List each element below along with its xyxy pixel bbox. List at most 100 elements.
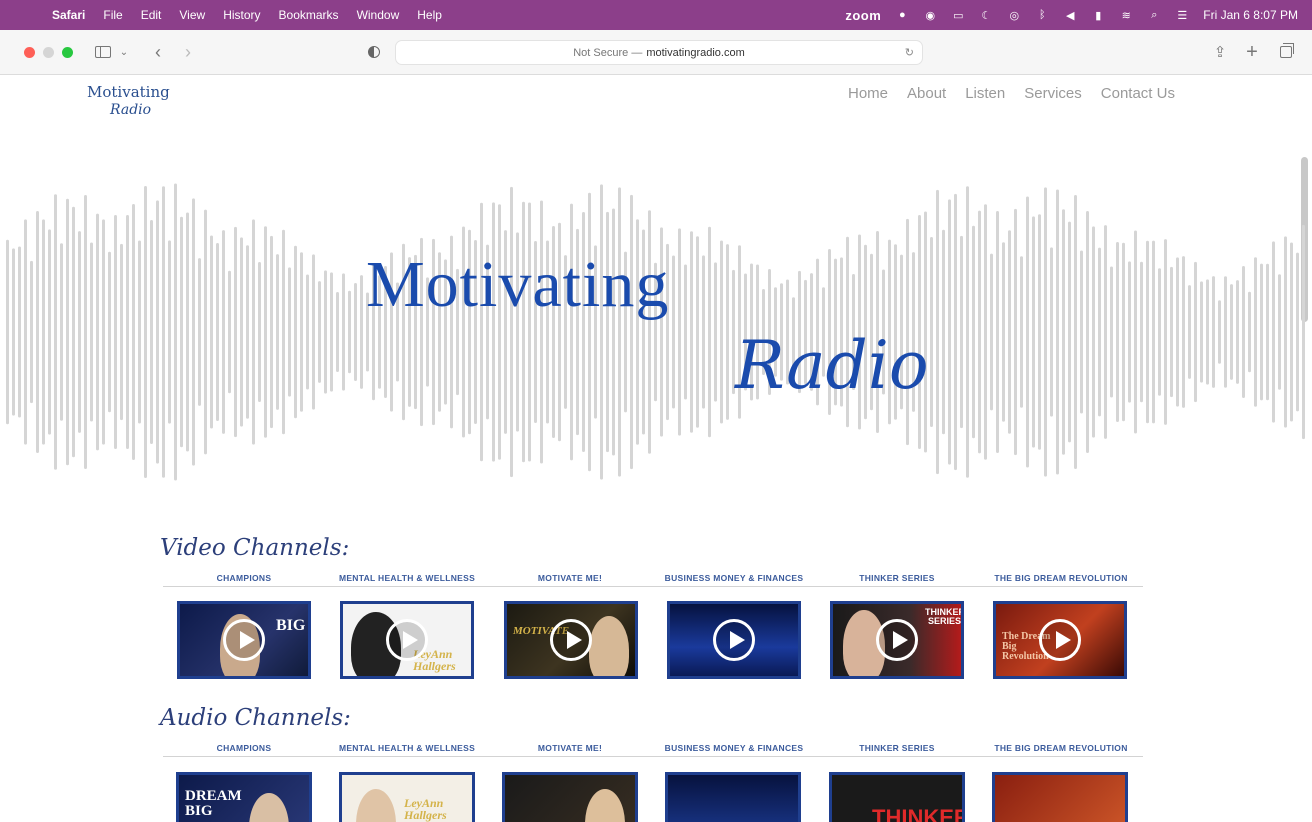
play-icon[interactable]	[1039, 619, 1081, 661]
waveform-bar	[990, 253, 993, 411]
video-thumb-champions[interactable]: BIG	[177, 601, 311, 679]
waveform-bar	[150, 219, 153, 445]
menu-bookmarks[interactable]: Bookmarks	[279, 8, 339, 22]
waveform-bar	[696, 236, 699, 428]
waveform-bar	[330, 272, 333, 392]
waveform-bar	[1188, 285, 1191, 379]
audio-category-champions[interactable]: CHAMPIONS	[217, 743, 272, 753]
audio-thumb-thinker[interactable]: THINKER	[829, 772, 965, 822]
menu-edit[interactable]: Edit	[141, 8, 162, 22]
audio-category-mental-health[interactable]: MENTAL HEALTH & WELLNESS	[339, 743, 475, 753]
menu-file[interactable]: File	[103, 8, 122, 22]
play-icon[interactable]	[223, 619, 265, 661]
waveform-bar	[1200, 281, 1203, 383]
battery-icon[interactable]: ▮	[1091, 9, 1105, 22]
video-thumb-big-dream[interactable]: The Dream Big Revolution	[993, 601, 1127, 679]
reload-icon[interactable]: ↻	[905, 46, 914, 59]
video-thumb-motivate-me[interactable]: MOTIVATE	[504, 601, 638, 679]
waveform-bar	[60, 243, 63, 421]
waveform-bar	[216, 242, 219, 422]
waveform-bar	[1170, 266, 1173, 398]
audio-thumb-champions[interactable]: DREAM BIG	[176, 772, 312, 822]
nav-about[interactable]: About	[907, 85, 946, 102]
bluetooth-icon[interactable]: ᛒ	[1035, 9, 1049, 21]
menu-app-safari[interactable]: Safari	[52, 8, 85, 22]
web-page: Motivating Radio Home About Listen Servi…	[0, 75, 1312, 822]
waveform-bar	[222, 230, 225, 434]
waveform-bar	[96, 213, 99, 451]
share-icon[interactable]: ⇪	[1212, 41, 1228, 63]
audio-category-big-dream[interactable]: THE BIG DREAM REVOLUTION	[994, 743, 1127, 753]
waveform-bar	[720, 240, 723, 424]
zoom-status[interactable]: zoom	[845, 8, 881, 23]
fullscreen-window-button[interactable]	[62, 47, 73, 58]
audio-thumb-business[interactable]	[665, 772, 801, 822]
audio-thumb-motivate-me[interactable]	[502, 772, 638, 822]
video-category-big-dream[interactable]: THE BIG DREAM REVOLUTION	[994, 573, 1127, 583]
waveform-bar	[192, 198, 195, 466]
new-tab-button[interactable]: +	[1244, 41, 1260, 63]
waveform-bar	[174, 183, 177, 481]
search-icon[interactable]: ⌕	[1147, 9, 1161, 22]
waveform-bar	[1074, 194, 1077, 470]
sidebar-toggle-icon[interactable]	[94, 41, 112, 63]
video-category-mental-health[interactable]: MENTAL HEALTH & WELLNESS	[339, 573, 475, 583]
play-icon[interactable]	[550, 619, 592, 661]
audio-thumb-mental-health[interactable]: LeyAnn Hallgers	[339, 772, 475, 822]
audio-category-business[interactable]: BUSINESS MONEY & FINANCES	[665, 743, 804, 753]
minimize-window-button[interactable]	[43, 47, 54, 58]
back-button[interactable]: ‹	[150, 41, 166, 63]
waveform-bar	[1128, 261, 1131, 403]
play-icon[interactable]	[713, 619, 755, 661]
menu-view[interactable]: View	[179, 8, 205, 22]
video-thumb-mental-health[interactable]: LeyAnn Hallgers	[340, 601, 474, 679]
airdrop-icon[interactable]: ◎	[1007, 9, 1021, 22]
video-thumb-thinker[interactable]: THINKER SERIES	[830, 601, 964, 679]
video-thumb-business[interactable]	[667, 601, 801, 679]
waveform-bar	[1302, 224, 1305, 440]
waveform-bar	[966, 186, 969, 478]
video-category-thinker[interactable]: THINKER SERIES	[859, 573, 935, 583]
waveform-bar	[354, 282, 357, 382]
site-logo[interactable]: Motivating Radio	[84, 81, 174, 131]
menu-history[interactable]: History	[223, 8, 260, 22]
video-category-business[interactable]: BUSINESS MONEY & FINANCES	[665, 573, 804, 583]
waveform-bar	[1248, 291, 1251, 373]
waveform-bar	[480, 202, 483, 462]
waveform-bar	[162, 186, 165, 478]
nav-home[interactable]: Home	[848, 85, 888, 102]
close-window-button[interactable]	[24, 47, 35, 58]
clock[interactable]: Fri Jan 6 8:07 PM	[1203, 8, 1298, 22]
menu-window[interactable]: Window	[357, 8, 400, 22]
audio-category-thinker[interactable]: THINKER SERIES	[859, 743, 935, 753]
screen-mirror-icon[interactable]: ▭	[951, 9, 965, 22]
waveform-bar	[264, 226, 267, 438]
waveform-bar	[1056, 189, 1059, 475]
audio-category-motivate-me[interactable]: MOTIVATE ME!	[538, 743, 602, 753]
wifi-icon[interactable]: ≋	[1119, 9, 1133, 22]
volume-icon[interactable]: ◀	[1063, 9, 1077, 22]
video-category-motivate-me[interactable]: MOTIVATE ME!	[538, 573, 602, 583]
waveform-bar	[996, 210, 999, 454]
video-category-champions[interactable]: CHAMPIONS	[217, 573, 272, 583]
forward-button[interactable]: ›	[180, 41, 196, 63]
waveform-bar	[1206, 279, 1209, 385]
play-icon[interactable]	[386, 619, 428, 661]
waveform-bar	[984, 204, 987, 460]
play-circle-icon[interactable]: ◉	[923, 9, 937, 22]
tab-overview-icon[interactable]	[1278, 41, 1294, 63]
moon-icon[interactable]: ☾	[979, 9, 993, 22]
menu-help[interactable]: Help	[417, 8, 442, 22]
privacy-shield-icon[interactable]	[366, 41, 382, 63]
address-bar[interactable]: Not Secure — motivatingradio.com ↻	[395, 40, 923, 65]
chevron-down-icon[interactable]: ⌄	[118, 41, 130, 63]
waveform-bar	[1242, 266, 1245, 398]
nav-listen[interactable]: Listen	[965, 85, 1005, 102]
audio-thumb-big-dream[interactable]	[992, 772, 1128, 822]
play-icon[interactable]	[876, 619, 918, 661]
nav-contact-us[interactable]: Contact Us	[1101, 85, 1175, 102]
record-icon[interactable]: ●	[895, 9, 909, 21]
waveform-bar	[24, 219, 27, 445]
control-center-icon[interactable]: ☰	[1175, 9, 1189, 22]
nav-services[interactable]: Services	[1024, 85, 1082, 102]
